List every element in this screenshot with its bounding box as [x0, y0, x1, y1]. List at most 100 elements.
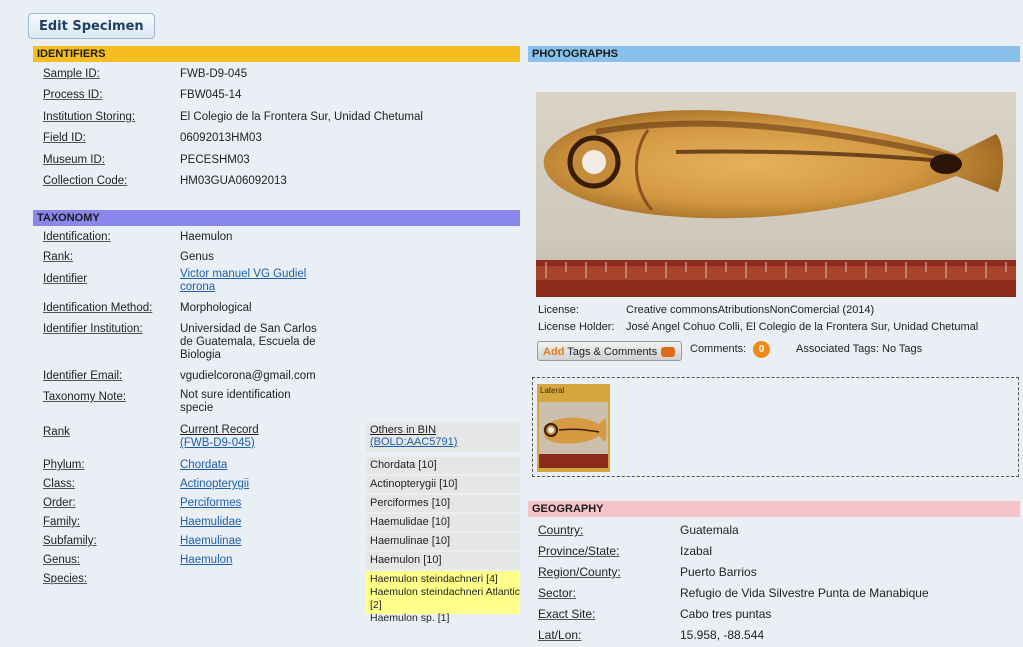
order-bin: Perciformes [10]	[366, 495, 520, 512]
lat-lon-label[interactable]: Lat/Lon:	[538, 628, 581, 642]
collection-code-label[interactable]: Collection Code:	[43, 175, 127, 187]
species-bin-cell: Haemulon steindachneri [4] Haemulon stei…	[366, 571, 521, 624]
field-id-label[interactable]: Field ID:	[43, 132, 86, 144]
photo-thumbnail-lateral[interactable]: Lateral	[537, 384, 610, 472]
taxonomy-note-line2: specie	[180, 402, 214, 414]
genus-link[interactable]: Haemulon	[180, 554, 232, 566]
speech-bubble-icon	[661, 347, 676, 358]
identification-label[interactable]: Identification:	[43, 231, 111, 243]
sample-id-label[interactable]: Sample ID:	[43, 68, 100, 80]
genus-label[interactable]: Genus:	[43, 554, 80, 566]
process-id-label[interactable]: Process ID:	[43, 89, 102, 101]
photographs-header: PHOTOGRAPHS	[528, 46, 1020, 62]
identifier-institution-line2: de Guatemala, Escuela de	[180, 336, 316, 348]
identification-method-value: Morphological	[180, 302, 252, 314]
taxonomy-note-line1: Not sure identification	[180, 389, 291, 401]
license-value: Creative commonsAtributionsNonComercial …	[626, 304, 875, 316]
comments-count: 0	[753, 341, 770, 358]
order-link[interactable]: Perciformes	[180, 497, 241, 509]
identifier-link-line2[interactable]: corona	[180, 281, 215, 293]
institution-storing-label[interactable]: Institution Storing:	[43, 111, 135, 123]
identifier-label[interactable]: Identifier	[43, 273, 87, 285]
identification-method-label[interactable]: Identification Method:	[43, 302, 152, 314]
current-record-id-link[interactable]: (FWB-D9-045)	[180, 437, 255, 449]
identifier-institution-line1: Universidad de San Carlos	[180, 323, 317, 335]
fish-thumbnail-image	[539, 402, 608, 468]
identifier-link-line1[interactable]: Victor manuel VG Gudiel	[180, 268, 306, 280]
region-county-label[interactable]: Region/County:	[538, 565, 621, 579]
others-in-bin-header[interactable]: Others in BIN	[370, 422, 520, 436]
geography-header: GEOGRAPHY	[528, 501, 1020, 517]
subfamily-label[interactable]: Subfamily:	[43, 535, 97, 547]
genus-bin: Haemulon [10]	[366, 552, 520, 569]
phylum-label[interactable]: Phylum:	[43, 459, 85, 471]
geography-section: Country: Guatemala Province/State: Izaba…	[528, 517, 1020, 647]
family-bin: Haemulidae [10]	[366, 514, 520, 531]
comments-label: Comments:	[690, 343, 747, 355]
province-state-label[interactable]: Province/State:	[538, 544, 619, 558]
species-bin-item: Haemulon sp. [1]	[370, 612, 450, 624]
taxonomy-section: Identification: Haemulon Rank: Genus Ide…	[33, 226, 520, 641]
collection-code-value: HM03GUA06092013	[180, 175, 287, 187]
subfamily-bin: Haemulinae [10]	[366, 533, 520, 550]
edit-specimen-button[interactable]: Edit Specimen	[28, 13, 155, 39]
species-bin-item: Haemulon steindachneri Atlantic [2]	[370, 586, 521, 611]
family-link[interactable]: Haemulidae	[180, 516, 241, 528]
class-label[interactable]: Class:	[43, 478, 75, 490]
class-bin: Actinopterygii [10]	[366, 476, 520, 493]
lat-lon-value: 15.958, -88.544	[680, 628, 765, 642]
rank-column-header[interactable]: Rank	[43, 426, 70, 438]
photographs-section: License: Creative commonsAtributionsNonC…	[528, 62, 1020, 482]
identifier-institution-label[interactable]: Identifier Institution:	[43, 323, 143, 335]
sector-value: Refugio de Vida Silvestre Punta de Manab…	[680, 586, 929, 600]
identification-value: Haemulon	[180, 231, 233, 243]
specimen-photo[interactable]	[536, 92, 1016, 297]
bin-id-link[interactable]: (BOLD:AAC5791)	[370, 436, 520, 448]
identifier-email-label[interactable]: Identifier Email:	[43, 370, 122, 382]
identifier-institution-line3: Biologia	[180, 349, 221, 361]
class-link[interactable]: Actinopterygii	[180, 478, 249, 490]
add-word: Add	[543, 346, 565, 358]
identifiers-section: Sample ID: FWB-D9-045 Process ID: FBW045…	[33, 62, 520, 190]
species-bin-item: Haemulon steindachneri [4]	[370, 573, 498, 585]
country-label[interactable]: Country:	[538, 523, 583, 537]
license-holder-value: José Angel Cohuo Colli, El Colegio de la…	[626, 321, 979, 333]
rank-value: Genus	[180, 251, 214, 263]
tags-comments-label: Tags & Comments	[564, 346, 658, 358]
exact-site-value: Cabo tres puntas	[680, 607, 772, 621]
region-county-value: Puerto Barrios	[680, 565, 757, 579]
identifier-email-value: vgudielcorona@gmail.com	[180, 370, 316, 382]
fish-photo-image	[536, 92, 1016, 297]
identifiers-header: IDENTIFIERS	[33, 46, 520, 62]
comments-count-badge[interactable]: 0	[753, 341, 770, 358]
taxonomy-note-label[interactable]: Taxonomy Note:	[43, 391, 126, 403]
sector-label[interactable]: Sector:	[538, 586, 576, 600]
others-in-bin-header-cell: Others in BIN (BOLD:AAC5791)	[366, 422, 520, 452]
museum-id-value: PECESHM03	[180, 154, 250, 166]
phylum-bin: Chordata [10]	[366, 457, 520, 474]
license-label: License:	[538, 304, 579, 316]
museum-id-label[interactable]: Museum ID:	[43, 154, 105, 166]
field-id-value: 06092013HM03	[180, 132, 262, 144]
province-state-value: Izabal	[680, 544, 713, 558]
subfamily-link[interactable]: Haemulinae	[180, 535, 241, 547]
add-tags-comments-button[interactable]: Add Tags & Comments	[537, 341, 682, 361]
left-column: IDENTIFIERS Sample ID: FWB-D9-045 Proces…	[33, 46, 520, 641]
thumbnail-label: Lateral	[540, 386, 565, 395]
order-label[interactable]: Order:	[43, 497, 76, 509]
sample-id-value: FWB-D9-045	[180, 68, 248, 80]
phylum-link[interactable]: Chordata	[180, 459, 227, 471]
institution-storing-value: El Colegio de la Frontera Sur, Unidad Ch…	[180, 111, 423, 123]
photo-thumbnails-panel: Lateral	[532, 377, 1019, 477]
species-label[interactable]: Species:	[43, 573, 87, 585]
exact-site-label[interactable]: Exact Site:	[538, 607, 595, 621]
process-id-value: FBW045-14	[180, 89, 242, 101]
taxonomy-header: TAXONOMY	[33, 210, 520, 226]
license-holder-label: License Holder:	[538, 321, 615, 333]
associated-tags: Associated Tags: No Tags	[796, 343, 923, 355]
right-column: PHOTOGRAPHS License: Creative commonsAtr…	[528, 46, 1020, 647]
rank-label[interactable]: Rank:	[43, 251, 73, 263]
country-value: Guatemala	[680, 523, 739, 537]
current-record-header[interactable]: Current Record	[180, 424, 259, 436]
family-label[interactable]: Family:	[43, 516, 80, 528]
